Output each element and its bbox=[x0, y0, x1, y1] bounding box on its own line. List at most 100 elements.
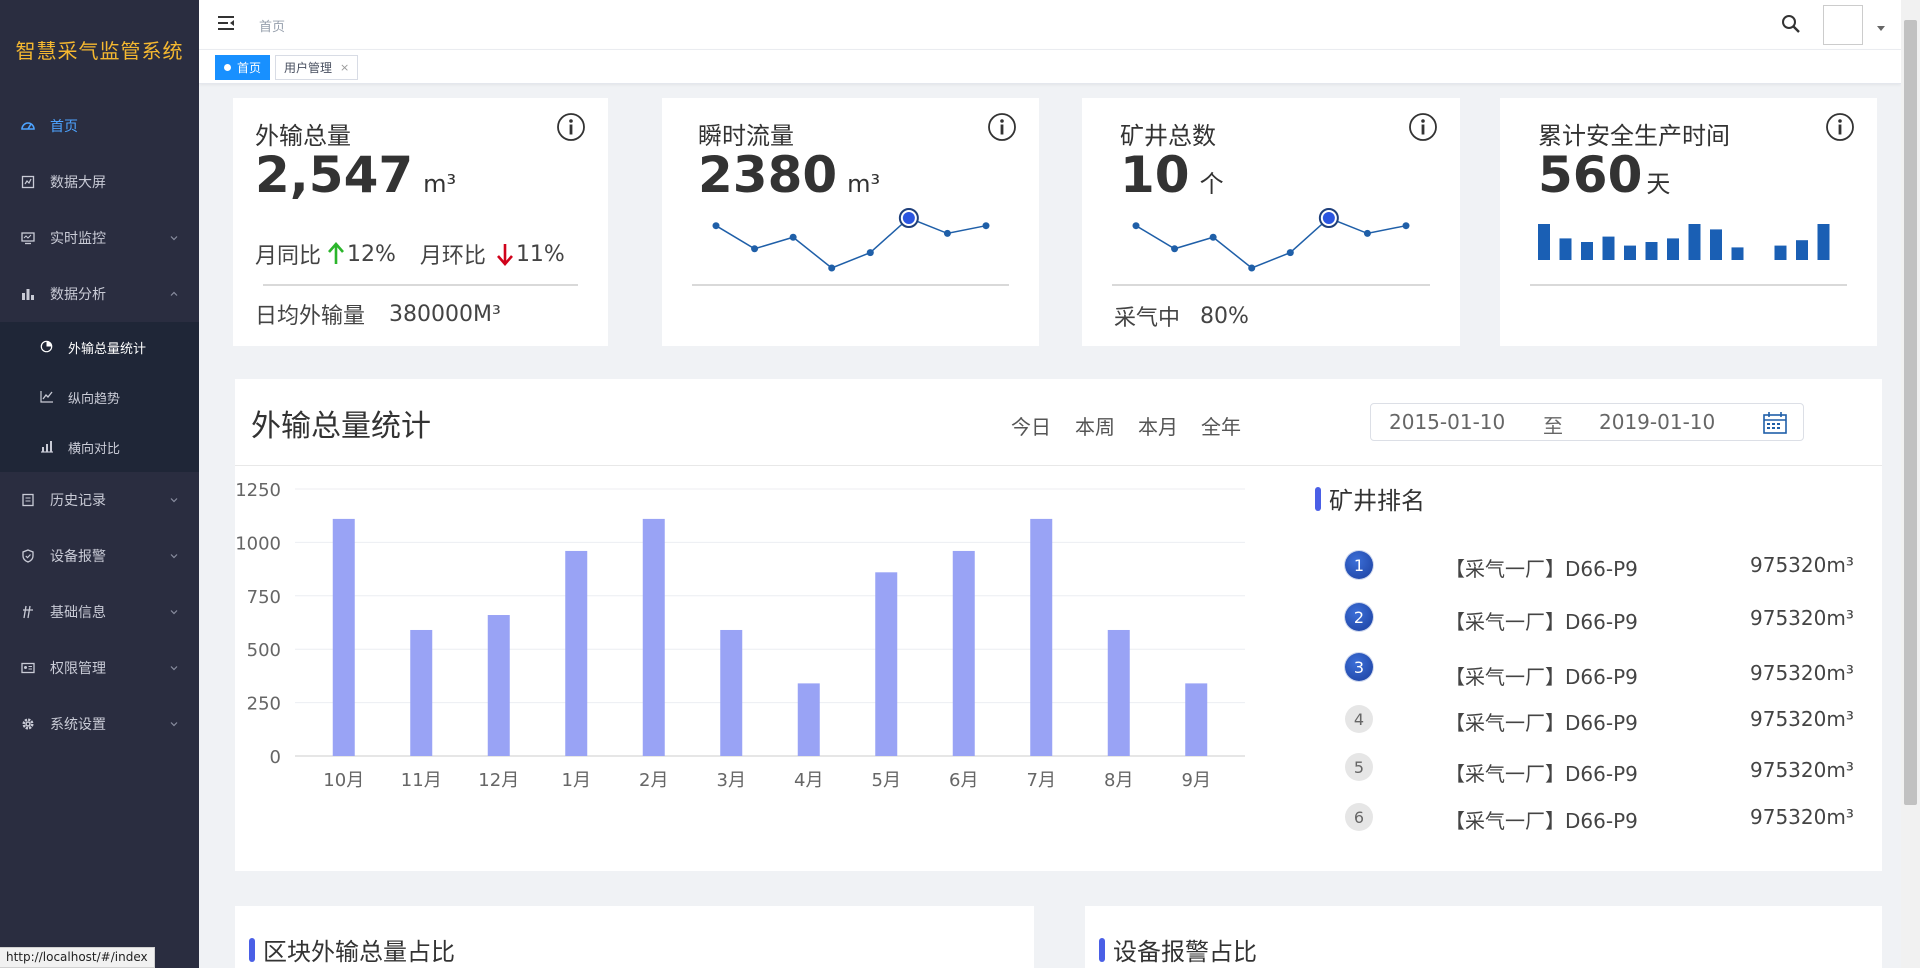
page-scrollbar[interactable] bbox=[1901, 0, 1920, 968]
mini-bar bbox=[1688, 224, 1701, 260]
x-tick-label: 4月 bbox=[794, 770, 823, 791]
date-start[interactable]: 2015-01-10 bbox=[1389, 410, 1505, 434]
sidebar-item-home[interactable]: 首页 bbox=[0, 98, 199, 154]
tag-home[interactable]: 首页 bbox=[215, 55, 271, 80]
rank-badge: 3 bbox=[1345, 653, 1373, 681]
sidebar-item-realtime-monitor[interactable]: 实时监控 bbox=[0, 210, 199, 266]
block-export-share-panel: 区块外输总量占比 bbox=[235, 906, 1034, 968]
tag-label: 首页 bbox=[237, 61, 262, 75]
chevron-down-icon bbox=[170, 554, 178, 559]
list-item: 3 【采气一厂】D66-P9 975320m³ bbox=[1345, 653, 1854, 689]
compare-icon bbox=[40, 440, 54, 454]
list-item: 5 【采气一厂】D66-P9 975320m³ bbox=[1345, 753, 1854, 786]
submenu-item-label: 外输总量统计 bbox=[68, 341, 147, 357]
export-total-panel: 外输总量统计 今日 本周 本月 全年 2015-01-10 至 2019-01-… bbox=[235, 379, 1882, 871]
sidebar-item-system-settings[interactable]: 系统设置 bbox=[0, 696, 199, 752]
list-item: 2 【采气一厂】D66-P9 975320m³ bbox=[1345, 603, 1854, 635]
sparkline-chart bbox=[712, 208, 990, 272]
period-today[interactable]: 今日 bbox=[1011, 411, 1051, 440]
hamburger-icon[interactable] bbox=[217, 15, 235, 31]
tag-label: 用户管理 bbox=[284, 61, 333, 75]
period-week[interactable]: 本周 bbox=[1075, 411, 1115, 440]
yoy-mom-row: 月同比 12% 月环比 11% bbox=[255, 238, 565, 270]
close-icon[interactable]: × bbox=[340, 61, 349, 74]
mini-bar bbox=[1667, 238, 1679, 260]
rank-badge: 5 bbox=[1345, 753, 1373, 781]
sidebar-item-data-screen[interactable]: 数据大屏 bbox=[0, 154, 199, 210]
sparkline-point bbox=[1286, 249, 1294, 257]
rank-name: 【采气一厂】D66-P9 bbox=[1445, 557, 1638, 581]
submenu-item-horizontal-compare[interactable]: 横向对比 bbox=[0, 422, 199, 472]
sidebar-item-permission[interactable]: 权限管理 bbox=[0, 640, 199, 696]
chart-bar bbox=[875, 572, 898, 756]
list-item: 4 【采气一厂】D66-P9 975320m³ bbox=[1345, 705, 1854, 737]
scrollbar-thumb[interactable] bbox=[1904, 20, 1917, 805]
date-end[interactable]: 2019-01-10 bbox=[1599, 410, 1715, 434]
sidebar-item-label: 权限管理 bbox=[50, 661, 106, 677]
x-tick-label: 7月 bbox=[1027, 770, 1056, 791]
stat-card-instant-flow: 瞬时流量 2380 m³ bbox=[662, 98, 1039, 346]
chart-bar bbox=[410, 629, 433, 756]
info-circle-icon[interactable] bbox=[1825, 112, 1855, 142]
chevron-down-icon bbox=[170, 498, 178, 503]
submenu-item-vertical-trend[interactable]: 纵向趋势 bbox=[0, 372, 199, 422]
x-tick-label: 9月 bbox=[1182, 770, 1211, 791]
period-month[interactable]: 本月 bbox=[1138, 411, 1178, 440]
sidebar-item-label: 系统设置 bbox=[50, 717, 106, 733]
sidebar-item-device-alarm[interactable]: 设备报警 bbox=[0, 528, 199, 584]
search-icon[interactable] bbox=[1781, 14, 1801, 34]
title-accent bbox=[1099, 937, 1105, 962]
shield-icon bbox=[20, 548, 36, 564]
mini-bar bbox=[1581, 242, 1593, 260]
sparkline-line bbox=[1135, 217, 1407, 269]
export-total-bar-chart: 0 250 500 750 1000 1250 10月 11月 12月 1月 2月 3月 4月 5月 6月 7… bbox=[235, 480, 1245, 791]
x-tick-label: 12月 bbox=[478, 770, 519, 791]
sparkline-chart bbox=[1132, 208, 1410, 272]
x-tick-label: 2月 bbox=[639, 770, 668, 791]
stat-card-export-total: 外输总量 2,547 m³ 月同比 12% 月环比 11% 日均外输量 38000… bbox=[233, 98, 608, 346]
breadcrumb[interactable]: 首页 bbox=[259, 16, 285, 35]
panel-title: 设备报警占比 bbox=[1099, 932, 1257, 967]
title-accent bbox=[249, 937, 255, 962]
x-tick-label: 10月 bbox=[323, 770, 364, 791]
date-range-picker[interactable]: 2015-01-10 至 2019-01-10 bbox=[1370, 403, 1804, 441]
sidebar-item-basic-info[interactable]: 基础信息 bbox=[0, 584, 199, 640]
avatar[interactable] bbox=[1823, 5, 1863, 45]
y-tick-label: 750 bbox=[247, 587, 281, 608]
chart-bar bbox=[1185, 683, 1208, 756]
info-circle-icon[interactable] bbox=[1408, 112, 1438, 142]
mini-bar bbox=[1559, 238, 1572, 260]
sidebar-item-label: 实时监控 bbox=[50, 231, 106, 247]
info-circle-icon[interactable] bbox=[556, 112, 586, 142]
tag-user-management[interactable]: 用户管理 × bbox=[275, 55, 359, 80]
mini-bar bbox=[1796, 240, 1808, 260]
sidebar-item-label: 数据分析 bbox=[50, 287, 106, 303]
date-separator: 至 bbox=[1543, 414, 1563, 438]
tags-view: 首页 用户管理 × bbox=[199, 50, 1901, 84]
submenu-data-analysis: 外输总量统计 纵向趋势 横向对比 bbox=[0, 322, 199, 472]
mini-bar bbox=[1624, 245, 1636, 260]
mini-bar bbox=[1538, 224, 1550, 260]
y-tick-label: 1250 bbox=[235, 480, 281, 501]
stat-unit: 个 bbox=[1199, 170, 1224, 198]
rank-badge: 1 bbox=[1345, 551, 1373, 579]
sidebar-item-history[interactable]: 历史记录 bbox=[0, 472, 199, 528]
calendar-icon[interactable] bbox=[1763, 412, 1787, 434]
rank-name: 【采气一厂】D66-P9 bbox=[1445, 711, 1638, 735]
period-year[interactable]: 全年 bbox=[1201, 411, 1241, 440]
daily-row: 日均外输量 380000M³ bbox=[255, 298, 501, 330]
rank-badge: 2 bbox=[1345, 603, 1373, 631]
info-circle-icon[interactable] bbox=[987, 112, 1017, 142]
stat-card-safe-time: 累计安全生产时间 560 天 bbox=[1500, 98, 1877, 346]
chart-bar bbox=[565, 550, 588, 756]
caret-down-icon[interactable] bbox=[1877, 26, 1885, 31]
x-tick-label: 8月 bbox=[1104, 770, 1133, 791]
sparkline-point bbox=[712, 222, 720, 230]
x-tick-label: 5月 bbox=[872, 770, 901, 791]
stat-value: 10 个 bbox=[1120, 146, 1224, 204]
sidebar-item-data-analysis[interactable]: 数据分析 bbox=[0, 266, 199, 322]
title-accent bbox=[1315, 486, 1321, 511]
submenu-item-export-total[interactable]: 外输总量统计 bbox=[0, 322, 199, 372]
stat-unit: m³ bbox=[847, 170, 881, 198]
sidebar-item-label: 设备报警 bbox=[50, 549, 106, 565]
